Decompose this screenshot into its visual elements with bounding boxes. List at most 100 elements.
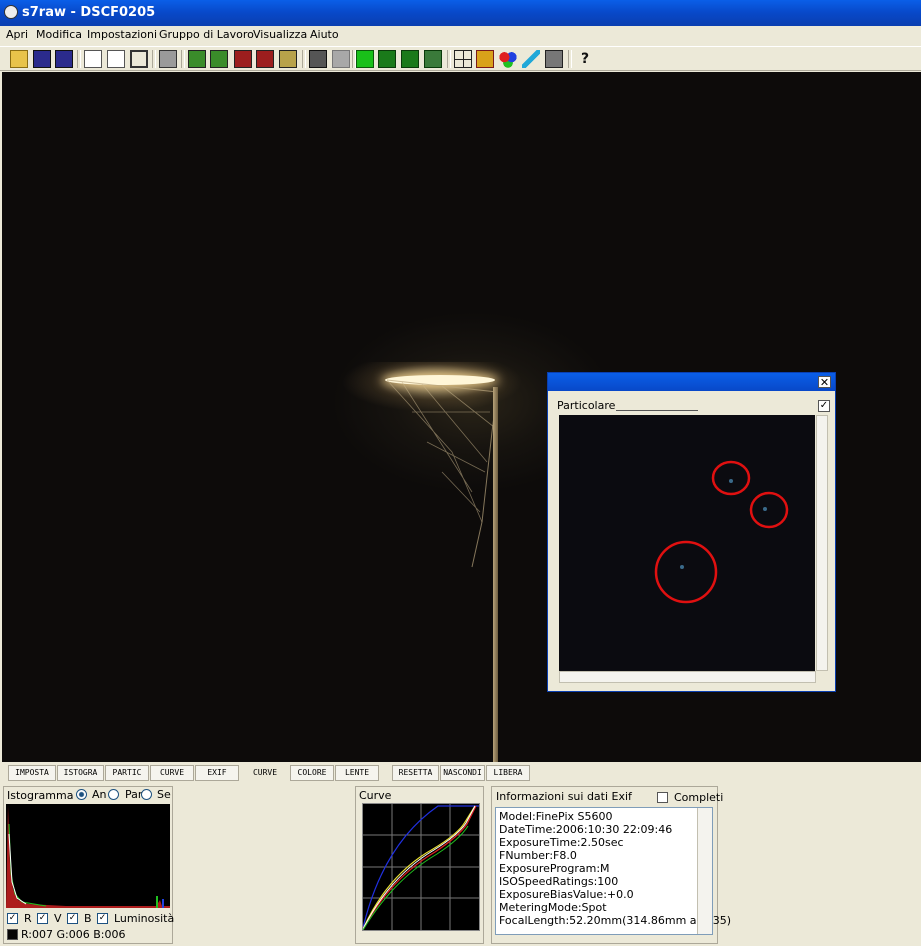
histogram-canvas bbox=[6, 804, 170, 908]
check-r-label: R bbox=[24, 912, 32, 925]
tiff-16-icon[interactable] bbox=[234, 50, 252, 68]
tab-istogra[interactable]: ISTOGRA bbox=[57, 765, 104, 781]
menu-visualizza[interactable]: Visualizza bbox=[253, 28, 307, 41]
exif-line: Model:FinePix S5600 bbox=[499, 810, 613, 823]
compare-icon[interactable] bbox=[545, 50, 563, 68]
check-r[interactable]: ✓ bbox=[7, 913, 18, 924]
tab-nascondi[interactable]: NASCONDI bbox=[440, 765, 485, 781]
toolbar-separator bbox=[302, 50, 306, 68]
exif-line: ExposureBiasValue:+0.0 bbox=[499, 888, 634, 901]
psd-8-icon[interactable] bbox=[210, 50, 228, 68]
zoom-slider[interactable] bbox=[616, 401, 698, 411]
tab-lente[interactable]: LENTE bbox=[335, 765, 379, 781]
pixel-color-swatch bbox=[7, 929, 18, 940]
menu-bar: Apri Modifica Impostazioni Gruppo di Lav… bbox=[0, 26, 921, 46]
check-b-label: B bbox=[84, 912, 92, 925]
exif-line: MeteringMode:Spot bbox=[499, 901, 607, 914]
copy-icon[interactable] bbox=[84, 50, 102, 68]
check-completi[interactable] bbox=[657, 792, 668, 803]
menu-gruppo-di-lavoro[interactable]: Gruppo di Lavoro bbox=[159, 28, 254, 41]
particolare-label: Particolare bbox=[557, 399, 616, 412]
tab-exif[interactable]: EXIF bbox=[195, 765, 239, 781]
check-completi-label: Completi bbox=[674, 791, 724, 804]
toolbar-separator bbox=[447, 50, 451, 68]
copy-window-icon[interactable] bbox=[309, 50, 327, 68]
annotation-overlay bbox=[654, 460, 789, 604]
exif-line: FNumber:F8.0 bbox=[499, 849, 577, 862]
find-icon[interactable] bbox=[107, 50, 125, 68]
close-icon[interactable]: ✕ bbox=[818, 376, 831, 388]
menu-aiuto[interactable]: Aiuto bbox=[310, 28, 339, 41]
particolare-window: ✕ Particolare ✓ bbox=[547, 372, 836, 692]
tab-colore[interactable]: COLORE bbox=[290, 765, 334, 781]
horizontal-scrollbar[interactable] bbox=[559, 671, 816, 683]
check-luminosita[interactable]: ✓ bbox=[97, 913, 108, 924]
radio-par-label: Par bbox=[125, 788, 143, 801]
check-v[interactable]: ✓ bbox=[37, 913, 48, 924]
check-b[interactable]: ✓ bbox=[67, 913, 78, 924]
save-as-icon[interactable] bbox=[55, 50, 73, 68]
radio-an[interactable] bbox=[76, 789, 87, 800]
tab-resetta[interactable]: RESETTA bbox=[392, 765, 439, 781]
radio-se-label: Se bbox=[157, 788, 171, 801]
title-bar: s7raw - DSCF0205 bbox=[0, 0, 921, 26]
app-icon bbox=[4, 5, 18, 19]
red-circle-annotation bbox=[749, 491, 789, 529]
green-view-icon[interactable] bbox=[356, 50, 374, 68]
quad-view-icon[interactable] bbox=[401, 50, 419, 68]
preview-icon[interactable] bbox=[424, 50, 442, 68]
menu-impostazioni[interactable]: Impostazioni bbox=[87, 28, 157, 41]
tab-libera[interactable]: LIBERA bbox=[486, 765, 530, 781]
psd-16-icon[interactable] bbox=[188, 50, 206, 68]
exif-line: ExposureTime:2.50sec bbox=[499, 836, 624, 849]
toolbar-separator bbox=[181, 50, 185, 68]
rgb-icon[interactable] bbox=[499, 50, 517, 68]
vertical-scrollbar[interactable] bbox=[816, 415, 828, 671]
toolbar-separator bbox=[152, 50, 156, 68]
exif-title: Informazioni sui dati Exif bbox=[495, 790, 633, 803]
crosshair-grid-icon[interactable] bbox=[454, 50, 472, 68]
grid-view-icon[interactable] bbox=[378, 50, 396, 68]
toolbar-separator bbox=[77, 50, 81, 68]
histogram-plot bbox=[6, 806, 170, 908]
exif-line: ISOSpeedRatings:100 bbox=[499, 875, 619, 888]
star-dot bbox=[763, 507, 767, 511]
crop-icon[interactable] bbox=[130, 50, 148, 68]
highlight-icon[interactable] bbox=[476, 50, 494, 68]
tiff-8-icon[interactable] bbox=[256, 50, 274, 68]
radio-par[interactable] bbox=[108, 789, 119, 800]
layers-icon[interactable] bbox=[159, 50, 177, 68]
menu-apri[interactable]: Apri bbox=[6, 28, 28, 41]
tab-imposta[interactable]: IMPOSTA bbox=[8, 765, 56, 781]
particolare-titlebar[interactable]: ✕ bbox=[548, 373, 835, 391]
tab-curve-active[interactable]: CURVE bbox=[243, 765, 287, 781]
help-icon[interactable]: ? bbox=[576, 50, 594, 68]
exif-scrollbar[interactable] bbox=[697, 808, 712, 934]
histogram-title: Istogramma bbox=[6, 789, 75, 802]
color-picker-icon[interactable] bbox=[522, 50, 540, 68]
tab-partic[interactable]: PARTIC bbox=[105, 765, 149, 781]
radio-an-label: An bbox=[92, 788, 107, 801]
tab-curve[interactable]: CURVE bbox=[150, 765, 194, 781]
open-folder-icon[interactable] bbox=[10, 50, 28, 68]
lamp-pole bbox=[493, 387, 498, 767]
exif-line: DateTime:2006:10:30 22:09:46 bbox=[499, 823, 673, 836]
window-title: s7raw - DSCF0205 bbox=[22, 5, 156, 20]
curve-title: Curve bbox=[358, 789, 393, 802]
cobweb-graphic bbox=[386, 379, 498, 568]
radio-se[interactable] bbox=[141, 789, 152, 800]
check-luminosita-label: Luminosità bbox=[114, 912, 175, 925]
save-icon[interactable] bbox=[33, 50, 51, 68]
gray-square-icon[interactable] bbox=[332, 50, 350, 68]
red-circle-annotation bbox=[654, 540, 718, 604]
jpg-icon[interactable] bbox=[279, 50, 297, 68]
menu-modifica[interactable]: Modifica bbox=[36, 28, 82, 41]
curve-plot bbox=[362, 804, 479, 931]
detail-view[interactable] bbox=[559, 415, 815, 671]
star-dot bbox=[729, 479, 733, 483]
exif-line: ExposureProgram:M bbox=[499, 862, 610, 875]
exif-list[interactable]: Model:FinePix S5600 DateTime:2006:10:30 … bbox=[495, 807, 731, 935]
curve-canvas[interactable] bbox=[362, 803, 480, 931]
particolare-checkbox[interactable]: ✓ bbox=[818, 400, 830, 412]
toolbar: ? bbox=[0, 46, 921, 71]
